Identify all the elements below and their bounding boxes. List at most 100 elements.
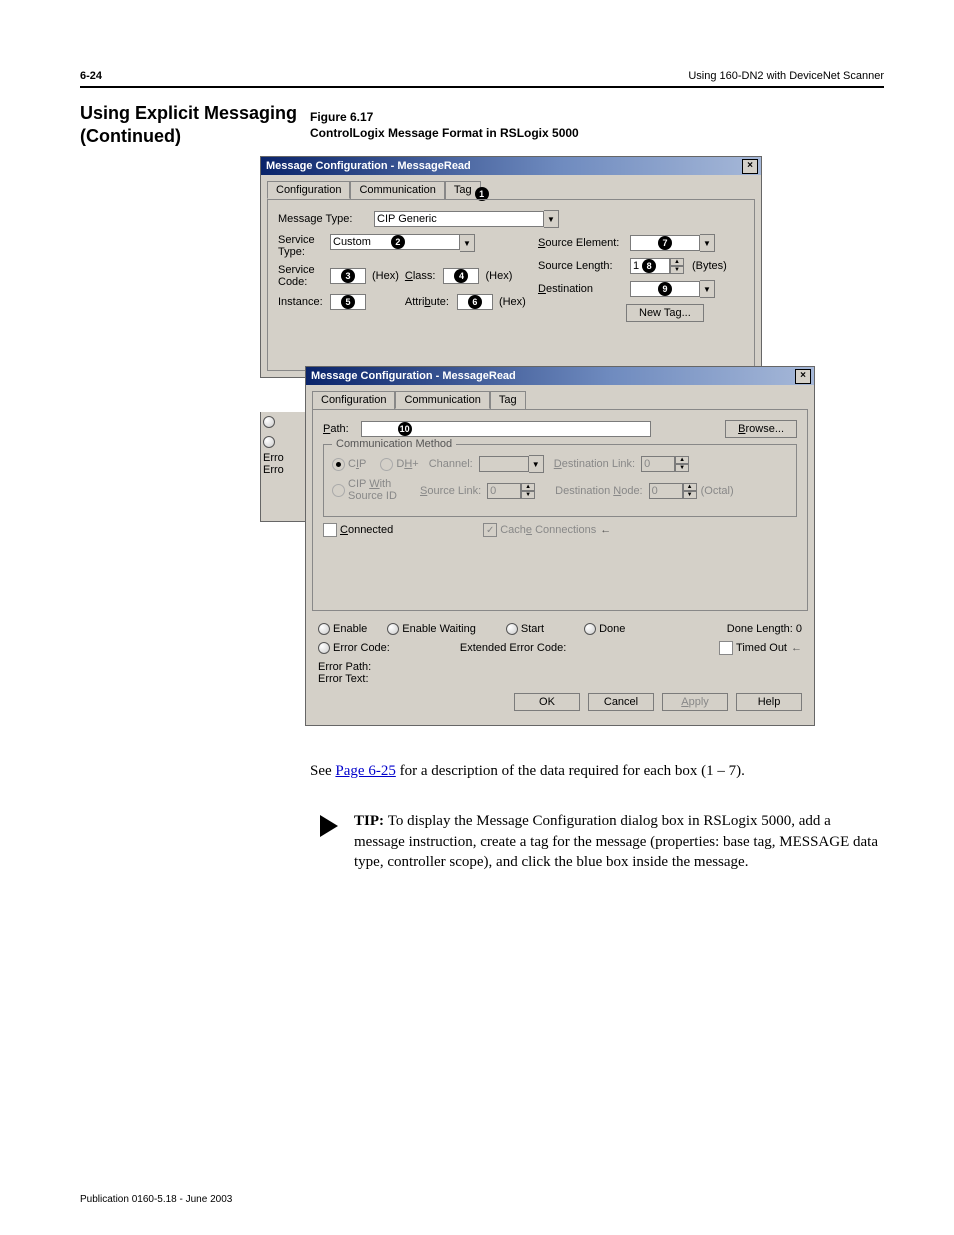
figure-label: Figure 6.17 (310, 110, 884, 124)
label-octal: (Octal) (701, 485, 734, 497)
page-number: 6-24 (80, 70, 102, 82)
tip-arrow-icon (320, 815, 338, 837)
radio-cip[interactable] (332, 458, 345, 471)
communication-method-group: Communication Method CIP DH+ Channel: ▼ (323, 444, 797, 517)
tab-tag-2[interactable]: Tag (490, 391, 526, 409)
circle-ten-icon: 10 (398, 422, 412, 436)
label-error-path: Error Path: (318, 661, 802, 673)
apply-button[interactable]: Apply (662, 693, 728, 711)
instance-input[interactable]: 5 (330, 294, 366, 310)
label-done: Done (599, 623, 625, 635)
chevron-down-icon[interactable]: ▼ (544, 210, 559, 228)
label-service-type: Service Type: (278, 234, 326, 258)
radio-dhp[interactable] (380, 458, 393, 471)
arrow-left-icon (596, 524, 611, 536)
bytes-label: (Bytes) (692, 260, 727, 272)
tab-configuration[interactable]: Configuration (267, 181, 350, 199)
spinner-icon: ▲▼ (683, 483, 697, 499)
led-icon (387, 623, 399, 635)
label-message-type: Message Type: (278, 213, 370, 225)
class-input[interactable]: 4 (443, 268, 479, 284)
close-icon[interactable]: × (795, 369, 811, 384)
radio-cip-with[interactable] (332, 484, 345, 497)
label-timed-out: Timed Out (736, 642, 802, 654)
circle-five-icon: 5 (341, 295, 355, 309)
section-title-cont: (Continued) (80, 125, 310, 148)
cancel-button[interactable]: Cancel (588, 693, 654, 711)
new-tag-button[interactable]: New Tag... (626, 304, 704, 322)
dialog-communication: Message Configuration - MessageRead × Co… (305, 366, 815, 726)
spinner-icon[interactable]: ▲▼ (670, 258, 684, 274)
label-service-code: Service Code: (278, 264, 326, 288)
group-legend: Communication Method (332, 438, 456, 450)
chapter-title: Using 160-DN2 with DeviceNet Scanner (688, 70, 884, 82)
label-channel: Channel: (429, 458, 473, 470)
label-start: Start (521, 623, 544, 635)
label-destination: Destination (538, 283, 626, 295)
label-enable: Enable (333, 623, 367, 635)
dialog2-title: Message Configuration - MessageRead (311, 370, 516, 382)
path-input[interactable]: 10 (361, 421, 651, 437)
header-rule (80, 86, 884, 88)
circle-two-icon: 2 (391, 235, 405, 249)
dest-node-input: 0 (649, 483, 683, 499)
section-title: Using Explicit Messaging (80, 102, 310, 125)
circle-eight-icon: 8 (642, 259, 656, 273)
label-dest-link: Destination Link: (554, 458, 635, 470)
attribute-input[interactable]: 6 (457, 294, 493, 310)
label-ext-error-code: Extended Error Code: (460, 642, 566, 654)
message-type-select[interactable]: CIP Generic (374, 211, 544, 227)
see-page-text: See Page 6-25 for a description of the d… (310, 761, 884, 781)
led-icon (318, 642, 330, 654)
circle-nine-icon: 9 (658, 282, 672, 296)
circle-seven-icon: 7 (658, 236, 672, 250)
checkbox-timed-out[interactable] (719, 641, 733, 655)
circle-six-icon: 6 (468, 295, 482, 309)
close-icon[interactable]: × (742, 159, 758, 174)
dialog-config: Message Configuration - MessageRead × Co… (260, 156, 762, 378)
tip-text: TIP: To display the Message Configuratio… (354, 811, 884, 872)
hex-label-3: (Hex) (499, 296, 526, 308)
label-instance: Instance: (278, 296, 326, 308)
label-enable-waiting: Enable Waiting (402, 623, 476, 635)
source-element-select[interactable]: 7 (630, 235, 700, 251)
tab-configuration-2[interactable]: Configuration (312, 391, 395, 409)
label-path: Path: (323, 423, 357, 435)
hex-label: (Hex) (372, 270, 399, 282)
destination-select[interactable]: 9 (630, 281, 700, 297)
spinner-icon: ▲▼ (521, 483, 535, 499)
led-icon (506, 623, 518, 635)
chevron-down-icon[interactable]: ▼ (700, 234, 715, 252)
service-type-select[interactable]: Custom 2 (330, 234, 460, 250)
dest-link-input: 0 (641, 456, 675, 472)
led-icon (584, 623, 596, 635)
tab-communication-2[interactable]: Communication (395, 391, 489, 409)
page-link[interactable]: Page 6-25 (335, 763, 395, 779)
label-error-text: Error Text: (318, 673, 802, 685)
source-link-input: 0 (487, 483, 521, 499)
label-cip: CIP (348, 458, 366, 470)
ok-button[interactable]: OK (514, 693, 580, 711)
checkbox-connected[interactable] (323, 523, 337, 537)
figure-title: ControlLogix Message Format in RSLogix 5… (310, 126, 884, 140)
label-source-link: Source Link: (420, 485, 481, 497)
label-dhp: DH+ (396, 458, 418, 470)
chevron-down-icon[interactable]: ▼ (700, 280, 715, 298)
tab-communication[interactable]: Communication (350, 181, 444, 199)
label-connected: Connected (340, 524, 393, 536)
chevron-down-icon: ▼ (529, 455, 544, 473)
browse-button[interactable]: Browse... (725, 420, 797, 438)
source-length-input[interactable]: 1 8 (630, 258, 670, 274)
hex-label-2: (Hex) (485, 270, 512, 282)
label-cache: Cache Connections (500, 524, 596, 536)
publication-footer: Publication 0160-5.18 - June 2003 (80, 1194, 232, 1205)
label-dest-node: Destination Node: (555, 485, 642, 497)
dialog1-peek: Erro Erro (260, 412, 305, 522)
help-button[interactable]: Help (736, 693, 802, 711)
spinner-icon: ▲▼ (675, 456, 689, 472)
led-icon (318, 623, 330, 635)
chevron-down-icon[interactable]: ▼ (460, 234, 475, 252)
label-cip-with: CIP WithSource ID (348, 479, 420, 502)
service-code-input[interactable]: 3 (330, 268, 366, 284)
label-done-length: Done Length: 0 (727, 623, 802, 635)
